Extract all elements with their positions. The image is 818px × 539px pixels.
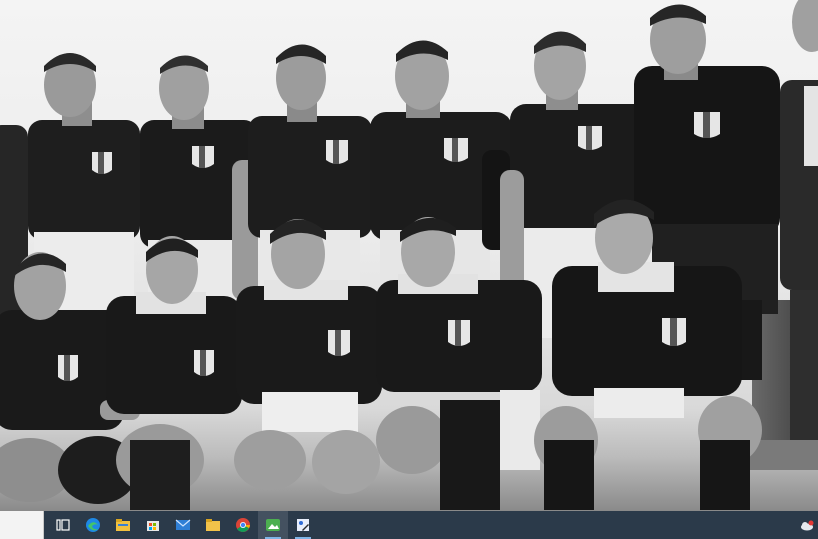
mail-icon[interactable]: [168, 511, 198, 539]
folder-icon[interactable]: [198, 511, 228, 539]
chrome-icon[interactable]: [228, 511, 258, 539]
team-photo-drawing: [0, 0, 818, 511]
team-photo: [0, 0, 818, 511]
taskbar-search-box[interactable]: [0, 511, 44, 539]
store-icon[interactable]: [138, 511, 168, 539]
task-view-icon[interactable]: [48, 511, 78, 539]
edge-icon[interactable]: [78, 511, 108, 539]
paint-app-icon[interactable]: [288, 511, 318, 539]
taskbar-app-list: [48, 511, 318, 539]
system-tray: [796, 511, 818, 539]
photos-app-icon[interactable]: [258, 511, 288, 539]
weather-icon[interactable]: [796, 511, 818, 539]
taskbar: [0, 511, 818, 539]
file-explorer-icon[interactable]: [108, 511, 138, 539]
